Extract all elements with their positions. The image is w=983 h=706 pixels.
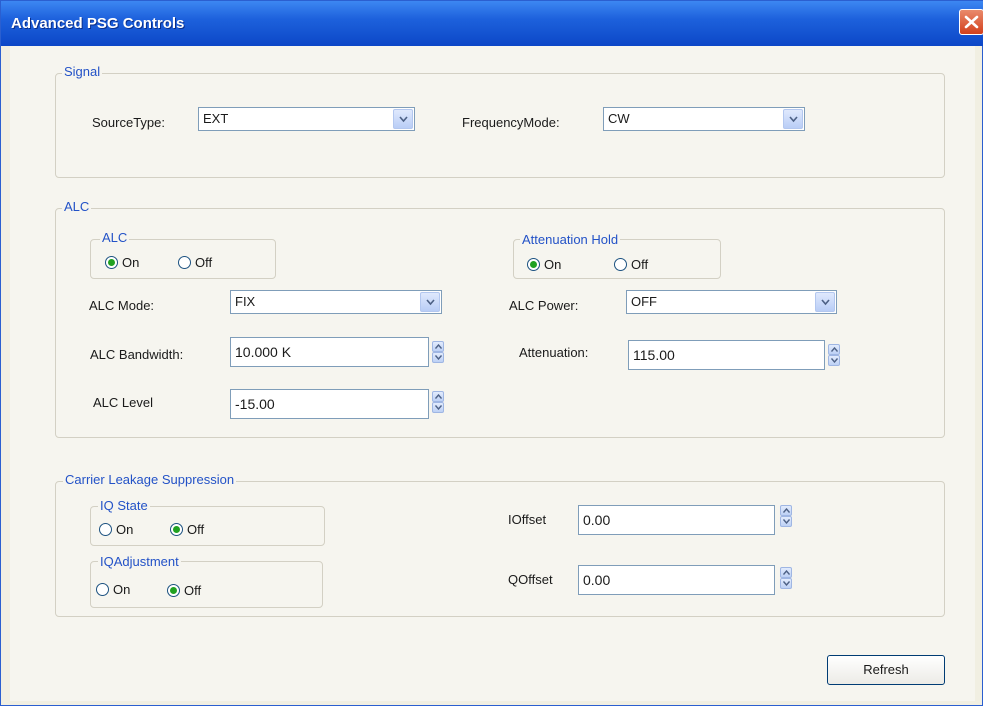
chevron-down-icon — [821, 299, 830, 306]
radio-checked-icon — [170, 523, 183, 536]
qoffset-down-button[interactable] — [780, 578, 792, 589]
attenuation-spinner[interactable] — [828, 344, 840, 366]
qoffset-up-button[interactable] — [780, 567, 792, 578]
ioffset-label: IOffset — [508, 512, 547, 527]
iq-adjustment-off-label: Off — [184, 583, 202, 598]
radio-unchecked-icon — [178, 256, 191, 269]
radio-checked-icon — [105, 256, 118, 269]
iq-state-on-radio[interactable]: On — [99, 522, 133, 537]
radio-checked-icon — [167, 584, 180, 597]
source-type-value: EXT — [203, 111, 229, 126]
ioffset-input[interactable]: 0.00 — [578, 505, 775, 535]
iq-state-on-label: On — [116, 522, 134, 537]
frequency-mode-select[interactable]: CW — [603, 107, 805, 131]
alc-level-label: ALC Level — [93, 395, 153, 410]
frequency-mode-dropdown-button[interactable] — [783, 109, 803, 129]
dialog-body: Signal SourceType: EXT FrequencyMode: CW… — [10, 46, 975, 701]
iq-state-off-radio[interactable]: Off — [170, 522, 204, 537]
qoffset-value: 0.00 — [583, 572, 611, 588]
alc-off-label: Off — [195, 255, 213, 270]
attenuation-input[interactable]: 115.00 — [628, 340, 825, 370]
iq-adjustment-title: IQAdjustment — [98, 554, 181, 569]
alc-bandwidth-up-button[interactable] — [432, 341, 444, 352]
attenuation-hold-on-label: On — [544, 257, 562, 272]
alc-on-label: On — [122, 255, 140, 270]
arrow-up-icon — [435, 344, 442, 349]
title-bar[interactable]: Advanced PSG Controls — [1, 1, 983, 46]
alc-on-radio[interactable]: On — [105, 255, 139, 270]
alc-mode-dropdown-button[interactable] — [420, 292, 440, 312]
arrow-up-icon — [783, 570, 790, 575]
ioffset-value: 0.00 — [583, 512, 611, 528]
carrier-leakage-title: Carrier Leakage Suppression — [63, 472, 237, 487]
radio-unchecked-icon — [96, 583, 109, 596]
chevron-down-icon — [789, 116, 798, 123]
arrow-down-icon — [435, 355, 442, 360]
radio-unchecked-icon — [99, 523, 112, 536]
alc-level-input[interactable]: -15.00 — [230, 389, 429, 419]
source-type-label: SourceType: — [92, 115, 165, 130]
alc-bandwidth-input[interactable]: 10.000 K — [230, 337, 429, 367]
ioffset-spinner[interactable] — [780, 505, 792, 527]
close-button[interactable] — [959, 9, 983, 35]
radio-unchecked-icon — [614, 258, 627, 271]
arrow-down-icon — [435, 405, 442, 410]
qoffset-input[interactable]: 0.00 — [578, 565, 775, 595]
chevron-down-icon — [426, 299, 435, 306]
iq-state-title: IQ State — [98, 498, 150, 513]
alc-level-up-button[interactable] — [432, 391, 444, 402]
signal-group-title: Signal — [62, 64, 103, 79]
arrow-down-icon — [831, 358, 838, 363]
source-type-select[interactable]: EXT — [198, 107, 415, 131]
iq-state-off-label: Off — [187, 522, 205, 537]
attenuation-down-button[interactable] — [828, 355, 840, 366]
iq-adjustment-on-label: On — [113, 582, 131, 597]
alc-group-title: ALC — [62, 199, 92, 214]
qoffset-label: QOffset — [508, 572, 553, 587]
ioffset-up-button[interactable] — [780, 505, 792, 516]
attenuation-hold-off-label: Off — [631, 257, 649, 272]
alc-level-down-button[interactable] — [432, 402, 444, 413]
alc-level-value: -15.00 — [235, 396, 275, 412]
arrow-down-icon — [783, 519, 790, 524]
alc-bandwidth-spinner[interactable] — [432, 341, 444, 363]
ioffset-down-button[interactable] — [780, 516, 792, 527]
attenuation-value: 115.00 — [633, 347, 675, 363]
alc-power-value: OFF — [631, 294, 657, 309]
alc-bandwidth-value: 10.000 K — [235, 344, 292, 360]
alc-off-radio[interactable]: Off — [178, 255, 212, 270]
alc-level-spinner[interactable] — [432, 391, 444, 413]
chevron-down-icon — [399, 116, 408, 123]
alc-bandwidth-down-button[interactable] — [432, 352, 444, 363]
attenuation-hold-title: Attenuation Hold — [520, 232, 621, 247]
close-icon — [964, 15, 979, 29]
alc-power-select[interactable]: OFF — [626, 290, 837, 314]
alc-state-title: ALC — [100, 230, 130, 245]
iq-adjustment-off-radio[interactable]: Off — [167, 583, 201, 598]
arrow-up-icon — [435, 394, 442, 399]
frequency-mode-label: FrequencyMode: — [462, 115, 560, 130]
source-type-dropdown-button[interactable] — [393, 109, 413, 129]
attenuation-hold-off-radio[interactable]: Off — [614, 257, 648, 272]
alc-mode-label: ALC Mode: — [89, 298, 155, 313]
refresh-button[interactable]: Refresh — [827, 655, 945, 685]
alc-power-dropdown-button[interactable] — [815, 292, 835, 312]
iq-adjustment-on-radio[interactable]: On — [96, 582, 130, 597]
alc-power-label: ALC Power: — [509, 298, 579, 313]
attenuation-label: Attenuation: — [519, 345, 589, 360]
arrow-down-icon — [783, 581, 790, 586]
arrow-up-icon — [783, 508, 790, 513]
alc-mode-select[interactable]: FIX — [230, 290, 442, 314]
attenuation-hold-on-radio[interactable]: On — [527, 257, 561, 272]
alc-bandwidth-label: ALC Bandwidth: — [90, 347, 184, 362]
frequency-mode-value: CW — [608, 111, 630, 126]
radio-checked-icon — [527, 258, 540, 271]
dialog-window: Advanced PSG Controls Signal SourceType:… — [0, 0, 983, 706]
arrow-up-icon — [831, 347, 838, 352]
alc-mode-value: FIX — [235, 294, 256, 309]
qoffset-spinner[interactable] — [780, 567, 792, 589]
attenuation-up-button[interactable] — [828, 344, 840, 355]
window-title: Advanced PSG Controls — [11, 15, 185, 32]
